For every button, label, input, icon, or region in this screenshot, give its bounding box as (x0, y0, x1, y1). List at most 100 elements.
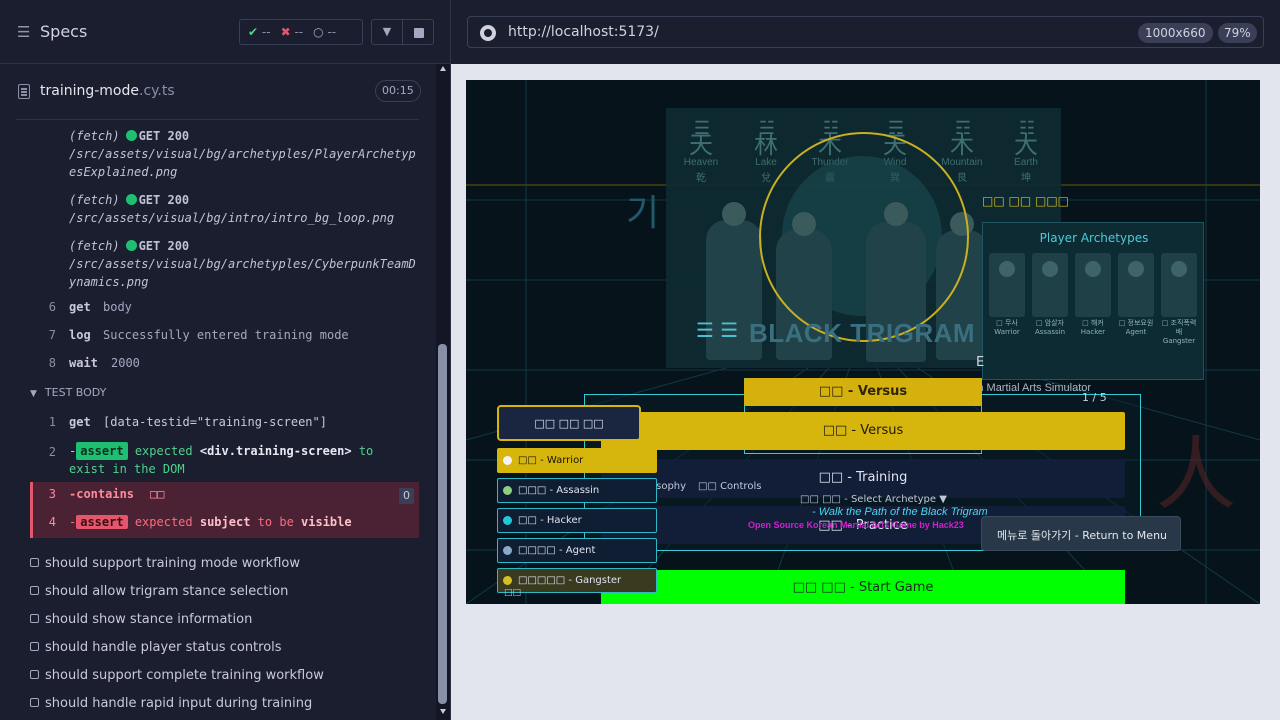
archetype-caption: □ 정보요원 Agent (1118, 319, 1154, 336)
archetype-option-hacker[interactable]: □□ - Hacker (497, 508, 657, 533)
checkbox-icon (30, 558, 39, 567)
trigram-heaven: ☰ 天 Heaven 乾 (683, 118, 719, 185)
checkbox-icon (30, 642, 39, 651)
failed-assert-row[interactable]: 4 - assert expected subject to be visible (30, 510, 419, 538)
command-log-panel: ☰ Specs ✔ -- ✖ -- ○ -- ▼ training-mode.c… (0, 0, 451, 720)
spec-file-row[interactable]: training-mode.cy.ts 00:15 (16, 64, 421, 120)
chevron-down-icon: ▼ (30, 389, 37, 399)
archetypes-panel: Player Archetypes □ 무사 Warrior □ 암살자 Assas… (982, 222, 1204, 380)
ki-glyph: 기 (626, 193, 660, 234)
archetype-selector-button[interactable]: □□ □□ □□ (497, 405, 641, 441)
specs-title[interactable]: Specs (40, 22, 87, 41)
url-bar[interactable]: http://localhost:5173/ 1000x660 79% (467, 16, 1264, 48)
test-item[interactable]: should support complete training workflo… (30, 668, 324, 683)
decorative-glyph: 人 (1156, 428, 1236, 521)
passed-stat: ✔ -- (248, 25, 271, 39)
stop-button[interactable] (402, 19, 434, 45)
fetch-log[interactable]: (fetch) GET 200/src/assets/visual/bg/arch… (69, 237, 419, 291)
checkbox-icon (30, 670, 39, 679)
status-dot-icon (125, 130, 137, 141)
cross-icon: ✖ (280, 25, 291, 39)
file-icon (18, 84, 30, 99)
app-preview-area: 기 人 ☰天Heaven乾 ☱林Lake兌 ☳木Thunder震 ☴天Wind巽… (451, 64, 1280, 720)
assert-row[interactable]: 2 - assert expected <div.training-screen>… (30, 438, 419, 482)
versus-button[interactable]: □□ - Versus (601, 412, 1125, 450)
archetype-option-agent[interactable]: □□□□ - Agent (497, 538, 657, 563)
test-item[interactable]: should show stance information (30, 612, 252, 627)
test-item[interactable]: should allow trigram stance selection (30, 584, 288, 599)
spinner-icon: ○ (313, 25, 324, 39)
chevron-down-icon: ▼ (382, 25, 392, 38)
checkbox-icon (30, 614, 39, 623)
controls-tab[interactable]: □□ Controls (698, 481, 761, 492)
failed-command-row[interactable]: 3 -contains □□ (30, 482, 419, 510)
spec-duration: 00:15 (375, 80, 421, 102)
start-game-button[interactable]: □□ □□ - Start Game (601, 570, 1125, 604)
menu-lines-icon[interactable]: ☰ (17, 24, 33, 40)
moon-circle (759, 132, 969, 342)
archetype-option-warrior[interactable]: □□ - Warrior (497, 448, 657, 473)
select-archetype-dropdown[interactable]: □□ □□ - Select Archetype ▼ (800, 494, 947, 505)
test-stats: ✔ -- ✖ -- ○ -- (239, 19, 363, 45)
browser-header: http://localhost:5173/ 1000x660 79% (451, 0, 1280, 64)
archetype-caption: □ 해커 Hacker (1080, 319, 1106, 336)
fetch-log[interactable]: (fetch) GET 200/src/assets/visual/bg/intr… (69, 191, 419, 227)
check-icon: ✔ (248, 25, 259, 39)
archetype-dot-icon (503, 546, 512, 555)
tagline: - Walk the Path of the Black Trigram (812, 506, 988, 518)
archetype-portrait (1075, 253, 1111, 317)
korean-caption: □□ □□ □□□ (982, 194, 1069, 208)
scroll-thumb[interactable] (438, 344, 447, 704)
assert-badge: assert (76, 515, 128, 529)
assert-badge: assert (76, 442, 128, 460)
archetype-dot-icon (503, 486, 512, 495)
game-canvas[interactable]: 기 人 ☰天Heaven乾 ☱林Lake兌 ☳木Thunder震 ☴天Wind巽… (466, 80, 1260, 604)
scrollbar[interactable] (436, 64, 450, 720)
trigram-bars-icon: ☰ ☰ (696, 318, 739, 342)
page-count: 1 / 5 (1082, 391, 1107, 404)
archetype-dot-icon (503, 576, 512, 585)
command-row[interactable]: 1 get [data-testid="training-screen"] (30, 410, 419, 436)
archetypes-title: Player Archetypes (1039, 231, 1149, 245)
specs-header: ☰ Specs ✔ -- ✖ -- ○ -- ▼ (0, 0, 450, 64)
pending-stat: ○ -- (313, 25, 337, 39)
fighter-head (722, 202, 746, 226)
status-dot-icon (125, 240, 137, 251)
failed-stat: ✖ -- (280, 25, 304, 39)
test-item[interactable]: should handle rapid input during trainin… (30, 696, 312, 711)
scroll-up-icon[interactable] (440, 66, 446, 71)
globe-icon (480, 25, 496, 41)
collapse-button[interactable]: ▼ (371, 19, 403, 45)
archetype-caption: □ 무사 Warrior (994, 319, 1020, 336)
archetype-dot-icon (503, 516, 512, 525)
archetype-portrait (1118, 253, 1154, 317)
test-body-header[interactable]: ▼ TEST BODY (30, 386, 106, 399)
status-dot-icon (125, 194, 137, 205)
game-title: BLACK TRIGRAM (749, 318, 976, 348)
checkbox-icon (30, 586, 39, 595)
archetype-portrait (1032, 253, 1068, 317)
test-item[interactable]: should support training mode workflow (30, 556, 300, 571)
stray-letter: E (976, 355, 985, 370)
stop-icon (414, 28, 424, 38)
versus-ghost-button[interactable]: □□ - Versus (744, 378, 982, 406)
credits-text: Open Source Korean Martial Arts Game by … (748, 520, 964, 530)
url-text[interactable]: http://localhost:5173/ (508, 24, 659, 40)
archetype-portrait (989, 253, 1025, 317)
archetype-option-assassin[interactable]: □□□ - Assassin (497, 478, 657, 503)
viewport-size-badge[interactable]: 1000x660 (1138, 23, 1213, 43)
return-to-menu-button[interactable]: 메뉴로 돌아가기 - Return to Menu (981, 516, 1181, 551)
checkbox-icon (30, 698, 39, 707)
bottom-left-label: □□ (504, 588, 522, 598)
zoom-badge[interactable]: 79% (1218, 23, 1257, 43)
archetype-caption: □ 암살자 Assassin (1034, 319, 1066, 336)
trigram-earth: ☷ 大 Earth 坤 (1014, 118, 1038, 185)
training-button[interactable]: □□ - Training (601, 460, 1125, 498)
scroll-down-icon[interactable] (440, 709, 446, 714)
archetype-dot-icon (503, 456, 512, 465)
archetype-caption: □ 조직폭력배 Gangster (1161, 319, 1197, 345)
fetch-log[interactable]: (fetch) GET 200/src/assets/visual/bg/arch… (69, 127, 419, 181)
count-badge: 0 (399, 488, 414, 504)
test-item[interactable]: should handle player status controls (30, 640, 282, 655)
archetype-portrait (1161, 253, 1197, 317)
